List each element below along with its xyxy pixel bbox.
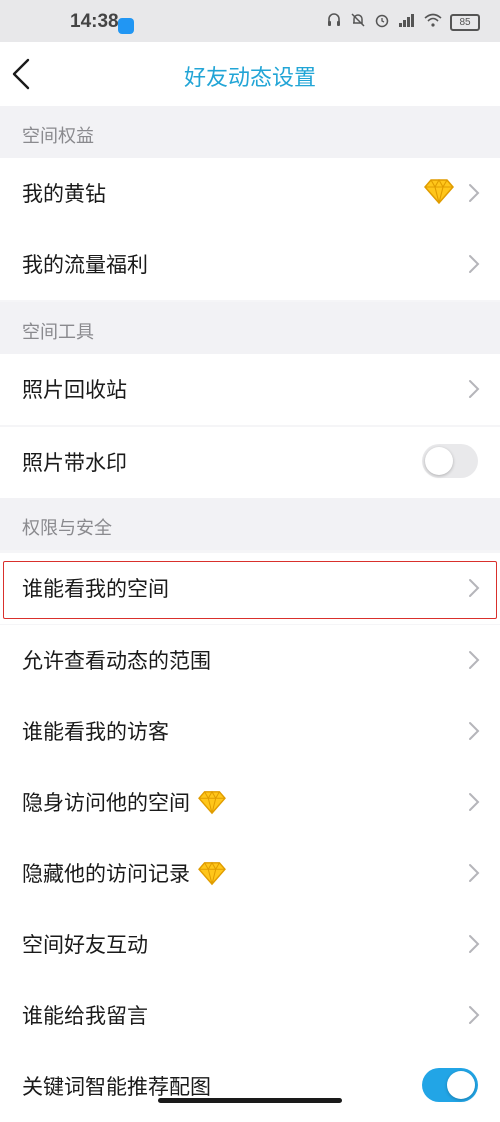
- settings-row-invisible-visit[interactable]: 隐身访问他的空间: [0, 767, 500, 838]
- row-label: 允许查看动态的范围: [22, 649, 211, 673]
- settings-row-who-can-see-space[interactable]: 谁能看我的空间: [0, 553, 500, 624]
- row-label-group: 隐藏他的访问记录: [22, 858, 226, 888]
- settings-row-yellow-diamond[interactable]: 我的黄钻: [0, 158, 500, 229]
- section-title: 空间工具: [22, 322, 94, 343]
- chevron-right-icon: [469, 651, 480, 669]
- row-label-group: 隐身访问他的空间: [22, 787, 226, 817]
- row-label: 空间好友互动: [22, 933, 148, 957]
- chevron-right-icon: [469, 579, 480, 597]
- battery-icon: 85: [450, 13, 480, 31]
- settings-row-traffic-benefits[interactable]: 我的流量福利: [0, 229, 500, 300]
- settings-row-photo-watermark: 照片带水印: [0, 427, 500, 498]
- section-header-benefits: 空间权益: [0, 106, 500, 158]
- row-label: 谁能给我留言: [22, 1004, 148, 1028]
- settings-row-keyword-smart-image: 关键词智能推荐配图: [0, 1051, 500, 1122]
- page-title: 好友动态设置: [183, 66, 316, 91]
- settings-row-feed-visibility-range[interactable]: 允许查看动态的范围: [0, 625, 500, 696]
- status-bar: 14:38 85: [0, 0, 500, 42]
- row-label: 谁能看我的空间: [22, 577, 169, 601]
- settings-row-who-can-leave-message[interactable]: 谁能给我留言: [0, 980, 500, 1051]
- chevron-right-icon: [469, 380, 480, 398]
- settings-row-photo-recycle-bin[interactable]: 照片回收站: [0, 354, 500, 425]
- home-indicator[interactable]: [158, 1098, 342, 1103]
- headphones-icon: [326, 12, 342, 32]
- watermark-toggle[interactable]: [422, 444, 478, 478]
- section-title: 空间权益: [22, 126, 94, 147]
- row-label: 隐身访问他的空间: [22, 791, 190, 815]
- settings-row-hide-visit-record[interactable]: 隐藏他的访问记录: [0, 838, 500, 909]
- status-icons: 85: [326, 12, 480, 32]
- settings-row-who-can-see-visitors[interactable]: 谁能看我的访客: [0, 696, 500, 767]
- chevron-right-icon: [469, 255, 480, 273]
- bell-off-icon: [350, 12, 366, 32]
- chevron-right-icon: [469, 184, 480, 202]
- alarm-icon: [374, 12, 390, 32]
- diamond-icon: [198, 790, 226, 815]
- smart-image-toggle[interactable]: [422, 1068, 478, 1102]
- row-label: 隐藏他的访问记录: [22, 862, 190, 886]
- app-notification-icon: [118, 18, 134, 34]
- chevron-right-icon: [469, 1006, 480, 1024]
- row-label: 照片回收站: [22, 378, 127, 402]
- row-label: 关键词智能推荐配图: [22, 1075, 211, 1099]
- row-label: 我的黄钻: [22, 182, 106, 206]
- toggle-knob: [447, 1071, 475, 1099]
- diamond-icon: [424, 178, 454, 205]
- toggle-knob: [425, 447, 453, 475]
- navigation-header: 好友动态设置: [0, 42, 500, 106]
- diamond-icon: [198, 861, 226, 886]
- chevron-right-icon: [469, 793, 480, 811]
- section-header-privacy: 权限与安全: [0, 498, 500, 550]
- chevron-right-icon: [469, 722, 480, 740]
- section-title: 权限与安全: [22, 518, 112, 539]
- wifi-icon: [424, 12, 442, 32]
- chevron-right-icon: [469, 935, 480, 953]
- signal-icon: [398, 12, 416, 32]
- chevron-right-icon: [469, 864, 480, 882]
- status-time: 14:38: [70, 11, 119, 32]
- section-header-tools: 空间工具: [0, 302, 500, 354]
- row-label: 我的流量福利: [22, 253, 148, 277]
- row-label: 谁能看我的访客: [22, 720, 169, 744]
- row-label: 照片带水印: [22, 451, 127, 475]
- settings-row-friend-interaction[interactable]: 空间好友互动: [0, 909, 500, 980]
